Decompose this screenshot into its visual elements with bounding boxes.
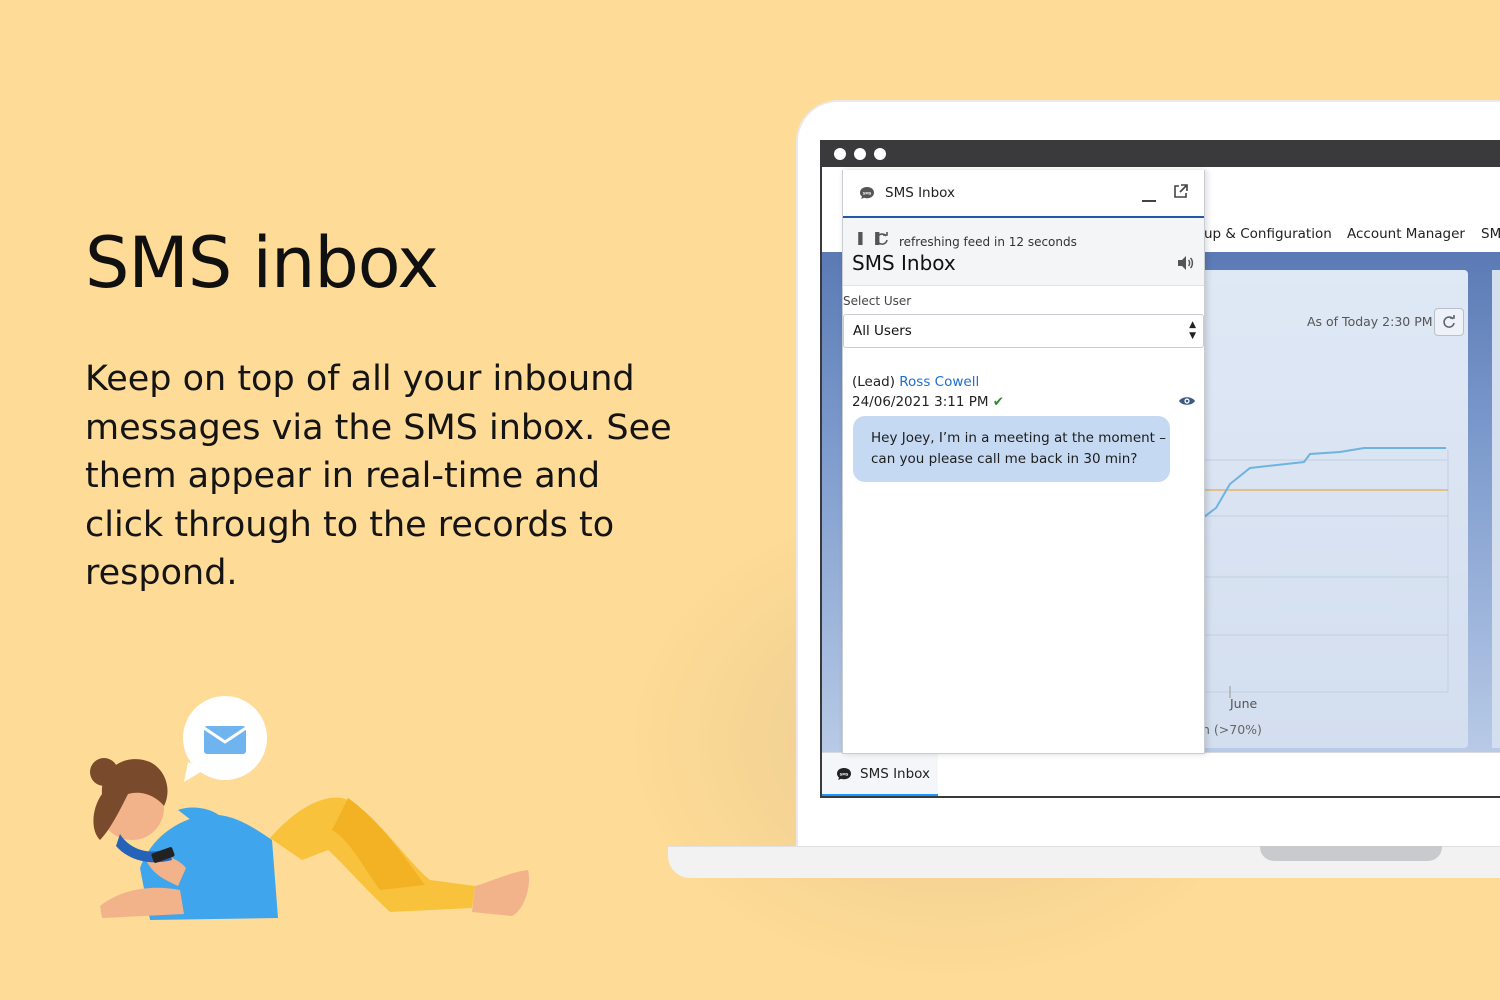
select-arrows-icon: ▲ ▼ bbox=[1189, 320, 1196, 341]
utility-tab-sms-inbox[interactable]: SMS SMS Inbox bbox=[822, 753, 938, 796]
utility-tab-label: SMS Inbox bbox=[860, 765, 931, 782]
woman-with-phone-illustration bbox=[90, 696, 530, 920]
dashboard-card-partial bbox=[1492, 270, 1500, 748]
contact-link[interactable]: Ross Cowell bbox=[899, 374, 979, 390]
message-meta: (Lead) Ross Cowell 24/06/2021 3:11 PM ✔ bbox=[852, 372, 1004, 412]
dashboard-refresh-button[interactable] bbox=[1434, 308, 1464, 336]
dashboard-line-chart bbox=[1200, 447, 1449, 698]
chart-x-label: June bbox=[1230, 696, 1258, 711]
delivered-check-icon: ✔ bbox=[992, 394, 1005, 410]
window-close-dot[interactable] bbox=[834, 147, 846, 160]
window-maximize-dot[interactable] bbox=[874, 147, 886, 160]
page-title: SMS inbox bbox=[85, 222, 439, 304]
speaker-icon[interactable] bbox=[1176, 254, 1194, 272]
message-timestamp: 24/06/2021 3:11 PM bbox=[852, 394, 989, 410]
refresh-icon bbox=[1443, 315, 1455, 328]
sms-icon-text: SMS bbox=[863, 191, 872, 195]
popout-icon[interactable] bbox=[1173, 184, 1188, 203]
feed-status-bar: ❚❚ refreshing feed in 12 seconds SMS Inb… bbox=[843, 218, 1204, 286]
nav-item-setup-configuration[interactable]: up & Configuration bbox=[1204, 226, 1332, 242]
laptop-notch bbox=[1260, 846, 1442, 861]
sms-chat-icon: SMS bbox=[837, 767, 851, 780]
sms-panel-title: SMS Inbox bbox=[852, 251, 956, 275]
page-description: Keep on top of all your inbound messages… bbox=[85, 359, 672, 593]
refresh-icon[interactable] bbox=[875, 232, 889, 246]
sms-inbox-panel: SMS SMS Inbox ❚❚ refreshing feed in 12 s… bbox=[842, 170, 1205, 754]
message-bubble[interactable]: Hey Joey, I’m in a meeting at the moment… bbox=[853, 416, 1170, 482]
mail-bubble-icon bbox=[183, 696, 267, 782]
select-user-label: Select User bbox=[843, 294, 912, 308]
sms-panel-header: SMS SMS Inbox bbox=[843, 170, 1204, 218]
select-user-value: All Users bbox=[853, 323, 912, 339]
view-eye-icon[interactable] bbox=[1178, 395, 1196, 407]
nav-item-sms[interactable]: SM bbox=[1481, 226, 1500, 242]
refresh-countdown: refreshing feed in 12 seconds bbox=[899, 235, 1077, 249]
sms-icon-text: SMS bbox=[840, 772, 849, 776]
minimize-icon[interactable] bbox=[1142, 200, 1156, 202]
laptop-screen: up & Configuration Account Manager SM As… bbox=[820, 140, 1500, 798]
utility-bar: SMS SMS Inbox bbox=[822, 752, 1500, 796]
dashboard-as-of: As of Today 2:30 PM bbox=[1307, 314, 1433, 329]
sms-chat-icon: SMS bbox=[860, 187, 874, 199]
record-type: (Lead) bbox=[852, 374, 895, 390]
chart-legend-fragment: n (>70%) bbox=[1202, 722, 1262, 737]
browser-titlebar bbox=[822, 140, 1500, 167]
nav-item-account-manager[interactable]: Account Manager bbox=[1347, 226, 1465, 242]
select-user-dropdown[interactable]: All Users ▲ ▼ bbox=[843, 314, 1204, 348]
chart-series-line bbox=[1200, 447, 1446, 521]
sms-panel-header-title: SMS Inbox bbox=[885, 185, 956, 201]
window-minimize-dot[interactable] bbox=[854, 147, 866, 160]
